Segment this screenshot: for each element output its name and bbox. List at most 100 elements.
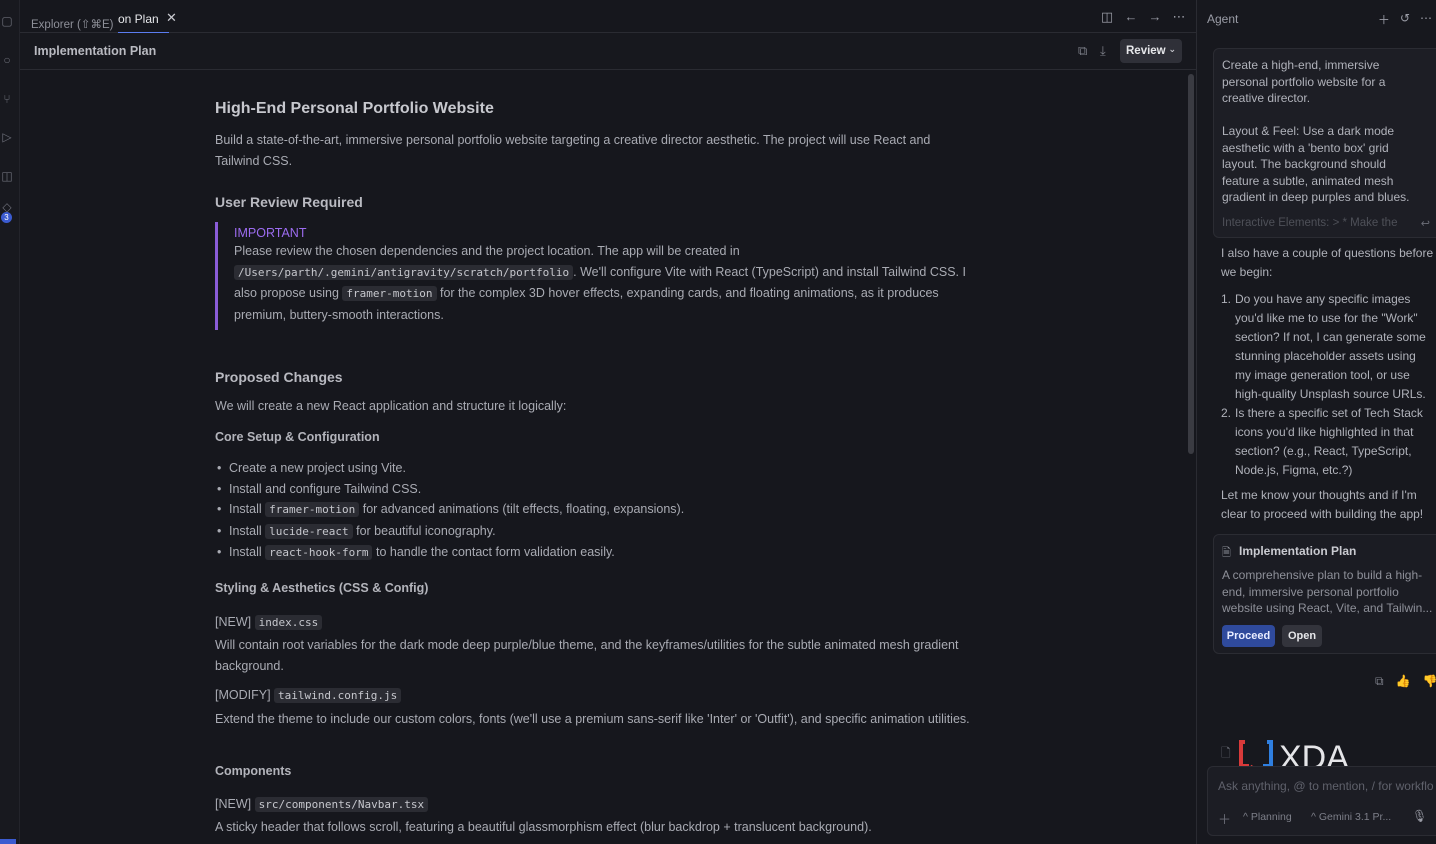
modify-tag: [MODIFY] <box>215 688 271 702</box>
undo-icon[interactable]: ↩ <box>1421 217 1430 230</box>
review-button[interactable]: Review ⌄ <box>1120 39 1182 63</box>
list-item: Install framer-motion for advanced anima… <box>215 499 684 521</box>
modify-tailwind-line: [MODIFY] tailwind.config.js <box>215 685 975 707</box>
question-list: 1. Do you have any specific images you'd … <box>1221 290 1433 480</box>
proceed-button[interactable]: Proceed <box>1222 625 1275 647</box>
mode-label: Planning <box>1250 811 1292 823</box>
agent-toolbar: ＋ ↺ ⋯ <box>1378 11 1432 28</box>
styling-heading: Styling & Aesthetics (CSS & Config) <box>215 581 429 595</box>
tailwind-file: tailwind.config.js <box>274 688 402 703</box>
plan-card-title: Implementation Plan <box>1239 544 1357 558</box>
index-desc: Will contain root variables for the dark… <box>215 638 959 673</box>
feedback-toolbar: ⧉ 👍 👎 <box>1375 674 1436 689</box>
tab-explorer[interactable]: Explorer (⇧⌘E) <box>31 17 113 31</box>
scrollbar[interactable] <box>1188 74 1194 454</box>
list-item-text: to handle the contact form validation ea… <box>375 545 615 559</box>
thumbs-down-icon[interactable]: 👎 <box>1423 674 1436 689</box>
new-tag: [NEW] <box>215 797 252 811</box>
split-editor-icon[interactable]: ◫ <box>1100 9 1114 25</box>
new-chat-icon[interactable]: ＋ <box>1378 11 1390 28</box>
tailwind-desc: Extend the theme to include our custom c… <box>215 712 970 726</box>
callout-text-3: for the complex 3D hover effects, expand… <box>234 286 939 322</box>
list-item-code: lucide-react <box>265 523 353 539</box>
more-icon[interactable]: ⋯ <box>1420 11 1432 28</box>
tab-implementation-plan[interactable]: on Plan ✕ <box>118 0 177 33</box>
callout-label: IMPORTANT <box>234 226 307 240</box>
document-header: Implementation Plan ⧉ ⤓ Review ⌄ <box>20 33 1196 70</box>
new-navbar-line: [NEW] src/components/Navbar.tsx <box>215 794 975 816</box>
plan-title: High-End Personal Portfolio Website <box>215 100 494 117</box>
forward-arrow-icon[interactable]: → <box>1148 9 1162 25</box>
user-prompt-card[interactable]: Create a high-end, immersive personal po… <box>1213 48 1436 238</box>
callout-path: /Users/parth/.gemini/antigravity/scratch… <box>234 264 574 280</box>
list-item-text: for beautiful iconography. <box>356 523 496 538</box>
list-item: Install react-hook-form to handle the co… <box>215 542 684 564</box>
core-heading: Core Setup & Configuration <box>215 430 380 444</box>
document-title: Implementation Plan <box>34 44 157 58</box>
model-label: Gemini 3.1 Pr... <box>1318 811 1392 823</box>
thumbs-up-icon[interactable]: 👍 <box>1396 674 1411 689</box>
status-bar-indicator <box>0 839 16 844</box>
chevron-down-icon: ⌄ <box>1168 44 1176 54</box>
core-list: Create a new project using Vite. Install… <box>215 458 684 564</box>
plan-artifact-card[interactable]: 🗎 Implementation Plan A comprehensive pl… <box>1213 534 1436 654</box>
list-item-code: react-hook-form <box>265 545 373 560</box>
files-icon[interactable]: ▢ <box>0 14 14 28</box>
mode-selector[interactable]: ^ Planning <box>1243 811 1292 823</box>
navbar-file: src/components/Navbar.tsx <box>254 797 429 812</box>
agent-closing: Let me know your thoughts and if I'm cle… <box>1221 488 1424 521</box>
more-icon[interactable]: ⋯ <box>1172 9 1186 25</box>
microphone-icon[interactable]: 🎙 <box>1412 809 1427 823</box>
back-arrow-icon[interactable]: ← <box>1124 9 1138 25</box>
extensions-icon[interactable]: ◫ <box>0 169 14 183</box>
list-item: 1. Do you have any specific images you'd … <box>1221 290 1433 404</box>
navbar-desc: A sticky header that follows scroll, fea… <box>215 820 872 834</box>
new-index-line: [NEW] index.css <box>215 612 975 634</box>
list-item: Install and configure Tailwind CSS. <box>215 479 684 500</box>
attachment-icon[interactable]: 🗋 <box>1221 744 1231 765</box>
search-icon[interactable]: ○ <box>0 53 14 67</box>
source-control-icon[interactable]: ⑂ <box>0 92 14 106</box>
agent-panel: Agent ＋ ↺ ⋯ Create a high-end, immersive… <box>1196 0 1436 844</box>
editor-tab-bar: Explorer (⇧⌘E) on Plan ✕ ◫ ← → ⋯ <box>20 0 1196 33</box>
prompt-fade-text: Interactive Elements: > * Make the <box>1222 217 1398 229</box>
open-button[interactable]: Open <box>1282 625 1322 647</box>
document-icon: 🗎 <box>1222 547 1231 559</box>
copy-icon[interactable]: ⧉ <box>1375 674 1384 689</box>
list-item-code: framer-motion <box>265 502 360 517</box>
components-heading: Components <box>215 764 292 778</box>
document-body: High-End Personal Portfolio Website Buil… <box>20 70 1196 844</box>
list-item-text: Install and configure Tailwind CSS. <box>229 481 422 496</box>
list-item-text: for advanced animations (tilt effects, f… <box>362 502 685 516</box>
list-item-text: Create a new project using Vite. <box>229 461 406 475</box>
question-text: Is there a specific set of Tech Stack ic… <box>1235 406 1423 477</box>
list-number: 2. <box>1221 406 1232 420</box>
list-item: 2. Is there a specific set of Tech Stack … <box>1221 404 1433 480</box>
list-item-text: Install <box>229 502 262 516</box>
list-item-text: Install <box>229 523 262 538</box>
important-callout: IMPORTANT Please review the chosen depen… <box>215 222 975 330</box>
agent-title: Agent <box>1207 12 1239 26</box>
callout-text-1: Please review the chosen dependencies an… <box>234 244 740 258</box>
run-debug-icon[interactable]: ▷ <box>0 130 14 144</box>
close-icon[interactable]: ✕ <box>166 10 177 26</box>
plan-intro: Build a state-of-the-art, immersive pers… <box>215 133 931 168</box>
list-item: Create a new project using Vite. <box>215 458 684 479</box>
activity-bar: ▢ ○ ⑂ ▷ ◫ ◇ 3 <box>0 0 20 844</box>
history-icon[interactable]: ↺ <box>1400 11 1410 28</box>
changes-heading: Proposed Changes <box>215 369 343 385</box>
list-number: 1. <box>1221 292 1232 306</box>
model-selector[interactable]: ^ Gemini 3.1 Pr... <box>1311 811 1391 823</box>
index-file: index.css <box>254 615 323 630</box>
callout-code: framer-motion <box>342 286 437 301</box>
list-item: Install lucide-react for beautiful icono… <box>215 521 684 543</box>
agent-reply: I also have a couple of questions before… <box>1221 246 1434 279</box>
notification-badge: 3 <box>1 212 12 223</box>
download-icon[interactable]: ⤓ <box>1100 43 1106 59</box>
changes-intro: We will create a new React application a… <box>215 399 567 413</box>
chat-input-placeholder[interactable]: Ask anything, @ to mention, / for workfl… <box>1218 779 1434 793</box>
prompt-text: Create a high-end, immersive personal po… <box>1222 58 1410 204</box>
add-context-icon[interactable]: ＋ <box>1218 809 1231 828</box>
copy-icon[interactable]: ⧉ <box>1078 43 1087 59</box>
chat-input-box[interactable]: Ask anything, @ to mention, / for workfl… <box>1207 766 1436 836</box>
